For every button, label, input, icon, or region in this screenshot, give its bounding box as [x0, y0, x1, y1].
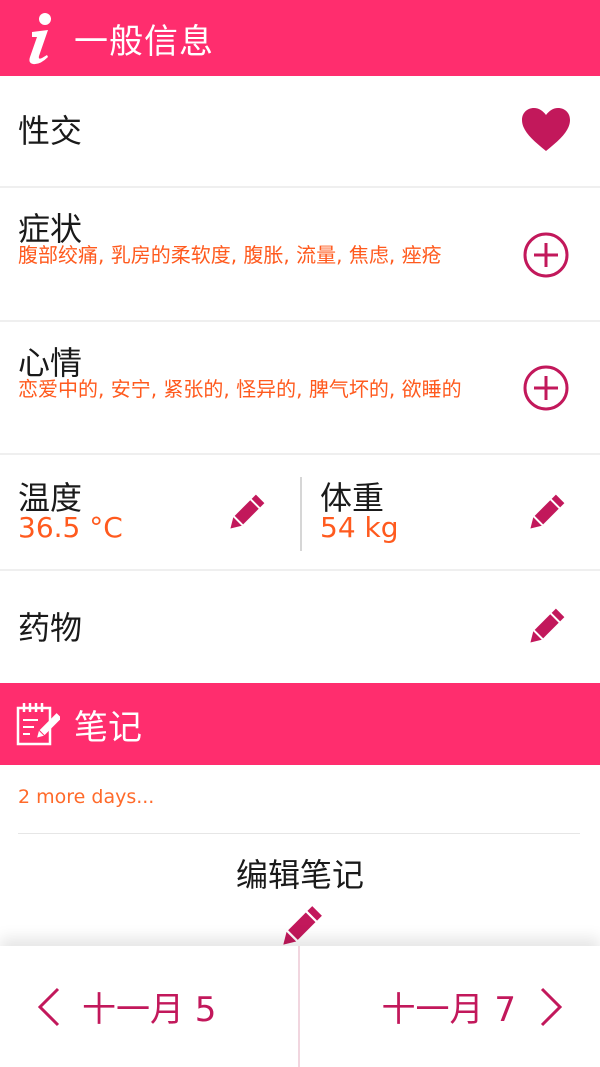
medication-label: 药物 [18, 609, 83, 647]
temperature-value: 36.5 °C [18, 511, 123, 544]
notes-more-days: 2 more days... [18, 786, 155, 808]
general-info-header: 一般信息 [0, 0, 600, 76]
edit-note-button[interactable]: 编辑笔记 [0, 850, 600, 896]
next-day-button[interactable]: 十一月 7 [300, 946, 600, 1067]
chevron-right-icon [540, 987, 563, 1026]
page-title: 一般信息 [74, 21, 214, 62]
symptoms-values: 腹部绞痛, 乳房的柔软度, 腹胀, 流量, 焦虑, 痤疮 [18, 243, 442, 267]
mood-row[interactable]: 心情 恋爱中的, 安宁, 紧张的, 怪异的, 脾气坏的, 欲睡的 [0, 322, 600, 455]
notes-header: 笔记 [0, 683, 600, 765]
weight-value: 54 kg [320, 511, 399, 544]
mood-values: 恋爱中的, 安宁, 紧张的, 怪异的, 脾气坏的, 欲睡的 [18, 377, 462, 401]
notepad-icon [16, 700, 62, 748]
day-navigation-bar: 十一月 5 十一月 7 [0, 946, 600, 1067]
edit-weight-button[interactable] [520, 487, 572, 539]
medication-row[interactable]: 药物 [0, 571, 600, 683]
heart-icon[interactable] [520, 104, 572, 156]
add-mood-button[interactable] [520, 362, 572, 414]
notes-title: 笔记 [74, 707, 142, 748]
chevron-left-icon [37, 987, 60, 1026]
pencil-icon[interactable] [276, 902, 326, 952]
intercourse-row[interactable]: 性交 [0, 76, 600, 188]
pencil-icon [530, 608, 565, 643]
next-day-label: 十一月 7 [381, 990, 516, 1030]
notes-divider [18, 833, 580, 834]
pencil-icon [530, 494, 565, 529]
symptoms-row[interactable]: 症状 腹部绞痛, 乳房的柔软度, 腹胀, 流量, 焦虑, 痤疮 [0, 188, 600, 322]
plus-circle-icon [523, 365, 569, 411]
add-symptom-button[interactable] [520, 229, 572, 281]
pencil-icon [230, 494, 265, 529]
previous-day-label: 十一月 5 [82, 990, 217, 1030]
previous-day-button[interactable]: 十一月 5 [0, 946, 298, 1067]
plus-circle-icon [523, 232, 569, 278]
info-icon [14, 8, 66, 68]
intercourse-label: 性交 [18, 112, 83, 150]
edit-medication-button[interactable] [520, 601, 572, 653]
edit-temperature-button[interactable] [220, 487, 272, 539]
column-divider [300, 477, 302, 551]
